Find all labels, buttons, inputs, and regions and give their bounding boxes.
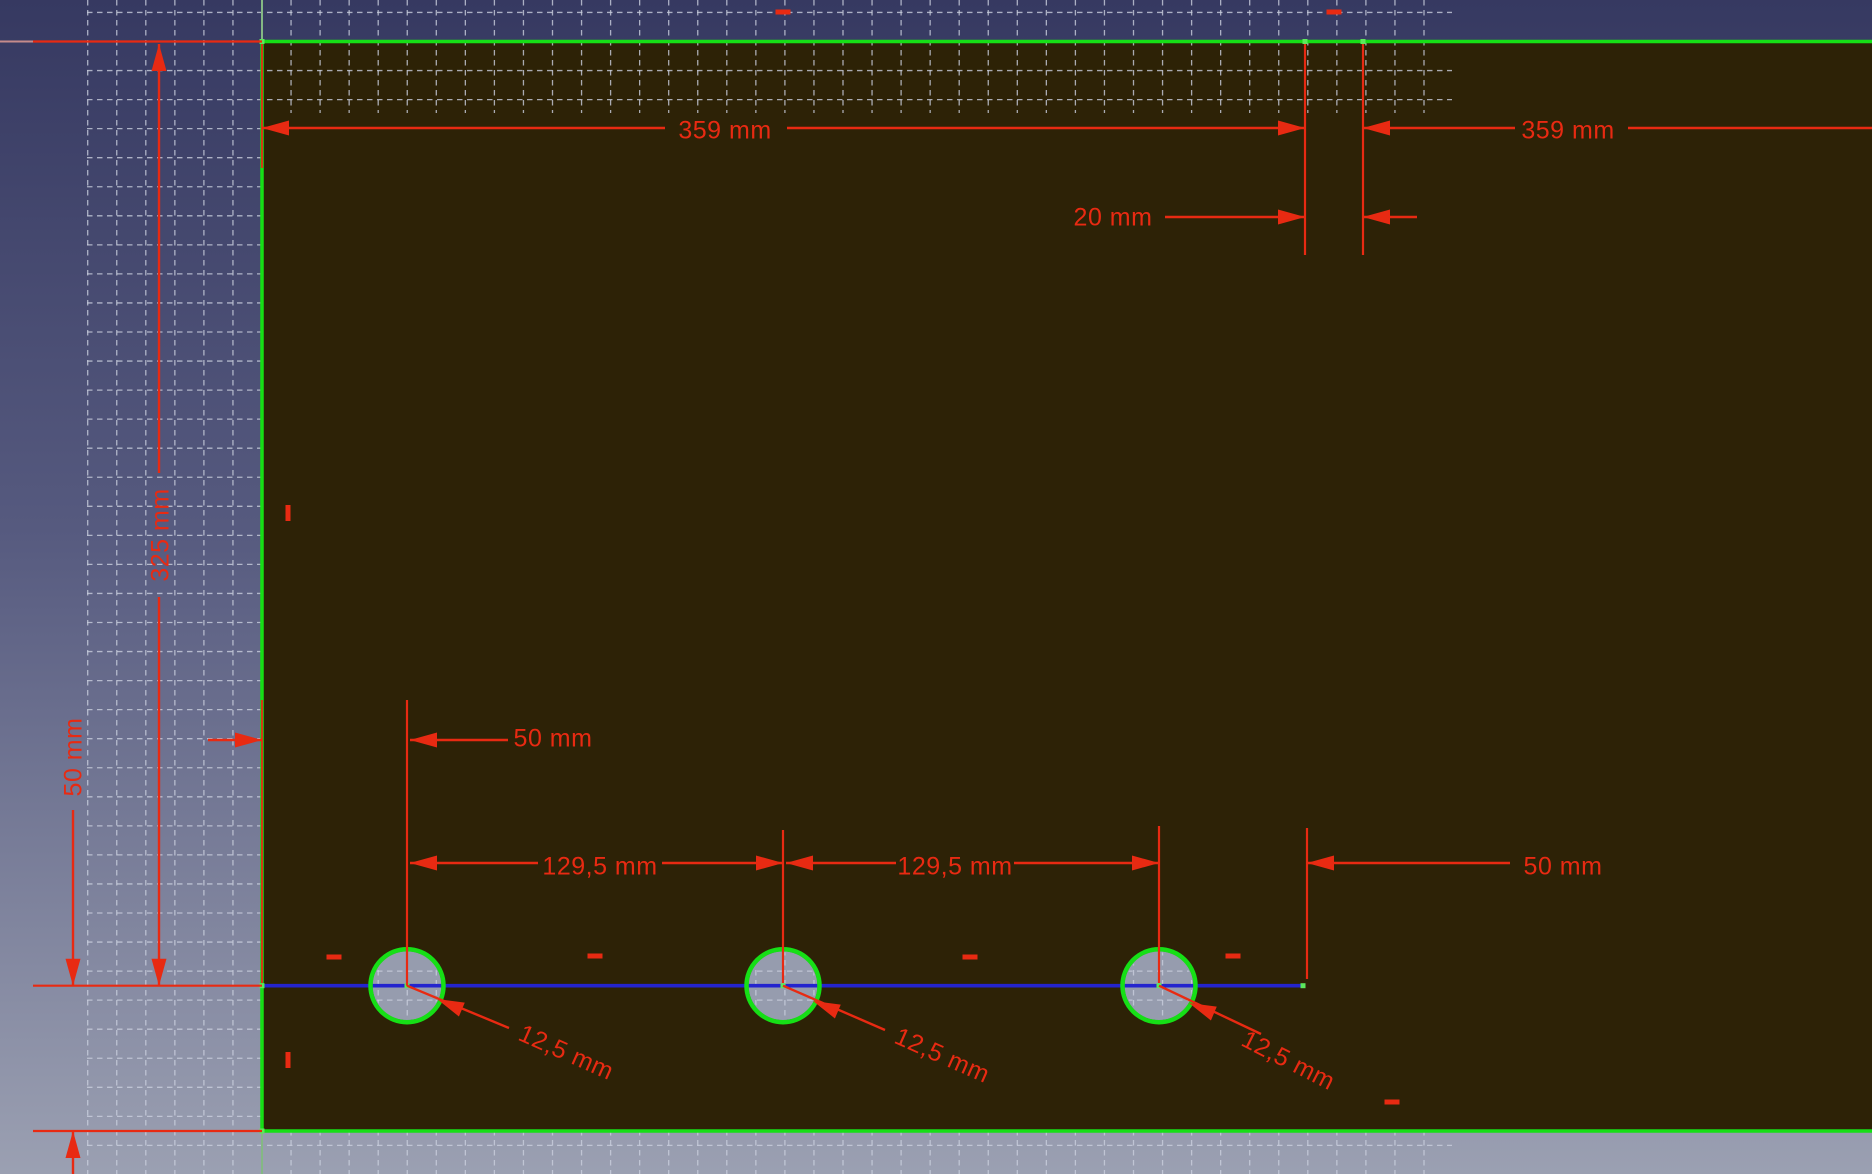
sketch-point[interactable] xyxy=(1361,39,1366,44)
sketch-point[interactable] xyxy=(1303,39,1308,44)
dimension-arrowhead xyxy=(66,1131,81,1158)
horizontal-constraint-icon[interactable] xyxy=(588,954,603,959)
dimension-arrowhead xyxy=(152,959,167,986)
horizontal-constraint-icon[interactable] xyxy=(1226,954,1241,959)
horizontal-constraint-icon[interactable] xyxy=(1385,1100,1400,1105)
horizontal-constraint-icon[interactable] xyxy=(776,10,791,15)
dimension-label-plate-height[interactable]: 325 mm xyxy=(147,488,176,581)
vertical-constraint-icon[interactable] xyxy=(286,1052,291,1068)
sketch-point[interactable] xyxy=(1301,983,1306,988)
dimension-label-hole-spacing-1[interactable]: 129,5 mm xyxy=(542,853,657,882)
dimension-label-row-end-offset[interactable]: 50 mm xyxy=(1524,853,1603,882)
horizontal-constraint-icon[interactable] xyxy=(1327,10,1342,15)
dimension-label-top-width-left[interactable]: 359 mm xyxy=(678,117,771,146)
part-face[interactable] xyxy=(262,42,1872,1132)
horizontal-constraint-icon[interactable] xyxy=(963,955,978,960)
dimension-label-row-offset[interactable]: 50 mm xyxy=(60,718,89,797)
dimension-arrowhead xyxy=(66,959,81,986)
dimension-label-top-width-right[interactable]: 359 mm xyxy=(1521,117,1614,146)
vertical-constraint-icon[interactable] xyxy=(286,505,291,521)
dimension-arrowhead xyxy=(152,44,167,71)
dimension-arrowhead xyxy=(235,733,262,748)
dimension-label-hole1-offset[interactable]: 50 mm xyxy=(514,725,593,754)
dimension-label-hole-spacing-2[interactable]: 129,5 mm xyxy=(897,853,1012,882)
horizontal-constraint-icon[interactable] xyxy=(327,955,342,960)
freecad-sketch-viewport: 359 mm 359 mm 20 mm 325 mm 50 mm 50 mm 1… xyxy=(0,0,1872,1174)
dimension-label-slot-gap[interactable]: 20 mm xyxy=(1074,204,1153,233)
sketch-scene xyxy=(0,0,1872,1174)
